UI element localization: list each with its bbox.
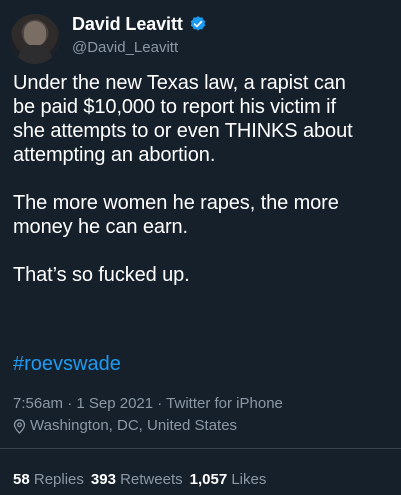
replies-count: 58 [13, 471, 30, 488]
verified-badge-svg [190, 16, 206, 31]
replies-label: Replies [33, 471, 84, 488]
likes-stat[interactable]: 1,057 Likes [190, 471, 267, 488]
avatar[interactable] [10, 14, 60, 64]
display-name[interactable]: David Leavitt [72, 15, 183, 33]
retweets-stat[interactable]: 393 Retweets [91, 471, 183, 488]
engagement-stats: 58 Replies 393 Retweets 1,057 Likes [13, 471, 273, 489]
tweet-location[interactable]: Washington, DC, United States [13, 417, 237, 435]
location-text: Washington, DC, United States [30, 417, 238, 434]
tweet-timestamp[interactable]: 7:56am · 1 Sep 2021 · Twitter for iPhone [13, 395, 283, 413]
location-pin-svg [13, 418, 26, 434]
tweet-header: David Leavitt @David_Leavitt [10, 6, 207, 64]
name-row: David Leavitt [72, 13, 207, 35]
replies-stat[interactable]: 58 Replies [13, 471, 84, 488]
hashtag-link[interactable]: #roevswade [13, 352, 121, 376]
tweet-paragraph-2: The more women he rapes, the more money … [13, 192, 339, 238]
divider [0, 448, 401, 449]
location-pin-icon [13, 418, 26, 434]
user-handle[interactable]: @David_Leavitt [72, 40, 207, 55]
verified-badge-icon [189, 15, 207, 33]
retweets-count: 393 [90, 471, 116, 488]
tweet-paragraph-3: That’s so fucked up. [13, 264, 190, 286]
tweet-text: Under the new Texas law, a rapist can be… [13, 71, 393, 287]
likes-count: 1,057 [189, 471, 228, 488]
retweets-label: Retweets [120, 471, 183, 488]
tweet-paragraph-1: Under the new Texas law, a rapist can be… [13, 72, 353, 166]
tweet: David Leavitt @David_Leavitt Under the n… [0, 0, 401, 495]
likes-label: Likes [231, 471, 267, 488]
author-block: David Leavitt @David_Leavitt [72, 13, 207, 55]
